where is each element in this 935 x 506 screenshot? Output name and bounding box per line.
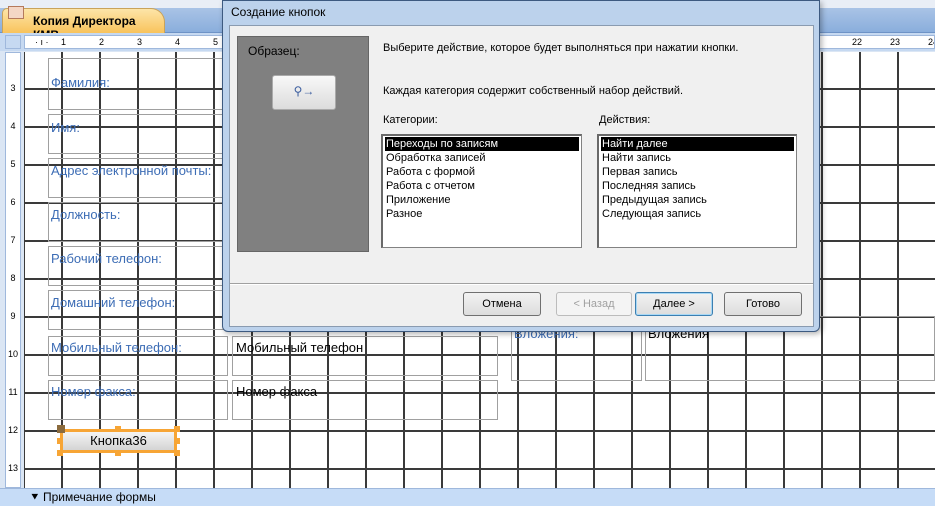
category-item[interactable]: Обработка записей bbox=[385, 151, 579, 165]
next-button[interactable]: Далее > bbox=[635, 292, 713, 316]
label-first-name[interactable]: Имя: bbox=[51, 120, 80, 135]
move-handle[interactable] bbox=[57, 425, 65, 433]
label-mobile-phone[interactable]: Мобильный телефон: bbox=[51, 340, 182, 355]
back-button[interactable]: < Назад bbox=[556, 292, 632, 316]
sample-panel: Образец: ⚲→ bbox=[237, 36, 369, 252]
ruler-label: 4 bbox=[10, 121, 16, 131]
ruler-label: 3 bbox=[137, 37, 143, 47]
binoculars-find-next-icon: ⚲→ bbox=[293, 84, 315, 98]
ruler-label: 11 bbox=[8, 387, 18, 397]
label-work-phone[interactable]: Рабочий телефон: bbox=[51, 251, 162, 266]
label-last-name[interactable]: Фамилия: bbox=[51, 75, 110, 90]
resize-handle[interactable] bbox=[174, 426, 180, 432]
action-item[interactable]: Следующая запись bbox=[601, 207, 794, 221]
dialog-body: Образец: ⚲→ Выберите действие, которое б… bbox=[229, 25, 814, 327]
resize-handle[interactable] bbox=[57, 438, 63, 444]
dialog-title: Создание кнопок bbox=[231, 5, 326, 19]
form-icon bbox=[8, 6, 24, 19]
form-footer-label: ⯆ Примечание формы bbox=[30, 490, 156, 505]
form-selector[interactable] bbox=[5, 35, 21, 49]
sample-label: Образец: bbox=[248, 44, 300, 58]
separator bbox=[230, 283, 813, 285]
categories-listbox[interactable]: Переходы по записям Обработка записей Ра… bbox=[381, 134, 582, 248]
vertical-ruler: 3 4 5 6 7 8 9 10 11 12 13 bbox=[5, 52, 21, 488]
categories-label: Категории: bbox=[383, 114, 438, 126]
ruler-label: 4 bbox=[175, 37, 181, 47]
sample-button-preview: ⚲→ bbox=[272, 75, 336, 110]
ruler-label: 23 bbox=[890, 37, 901, 47]
ruler-label: 10 bbox=[7, 349, 18, 359]
ruler-label: 7 bbox=[10, 235, 16, 245]
label-position[interactable]: Должность: bbox=[51, 207, 120, 222]
command-button-wizard-dialog: Создание кнопок Образец: ⚲→ Выберите дей… bbox=[222, 0, 820, 332]
action-item[interactable]: Найти запись bbox=[601, 151, 794, 165]
category-item[interactable]: Разное bbox=[385, 207, 579, 221]
category-item[interactable]: Переходы по записям bbox=[385, 137, 579, 151]
section-arrow-icon: ⯆ bbox=[30, 490, 43, 504]
ruler-label: 2 bbox=[99, 37, 105, 47]
ruler-label: 6 bbox=[10, 197, 16, 207]
actions-label: Действия: bbox=[599, 114, 651, 126]
instruction-text: Выберите действие, которое будет выполня… bbox=[383, 42, 739, 54]
label-fax[interactable]: Номер факса: bbox=[51, 384, 136, 399]
label-email[interactable]: Адрес электронной почты: bbox=[51, 163, 211, 178]
note-text: Каждая категория содержит собственный на… bbox=[383, 85, 684, 97]
action-item[interactable]: Последняя запись bbox=[601, 179, 794, 193]
ruler-label: 9 bbox=[10, 311, 16, 321]
ruler-label: 24 bbox=[928, 37, 934, 47]
cancel-button[interactable]: Отмена bbox=[463, 292, 541, 316]
ruler-label: 8 bbox=[10, 273, 16, 283]
ruler-label: 3 bbox=[10, 83, 16, 93]
action-item[interactable]: Найти далее bbox=[601, 137, 794, 151]
ruler-label: 13 bbox=[7, 463, 18, 473]
resize-handle[interactable] bbox=[115, 450, 121, 456]
actions-listbox[interactable]: Найти далее Найти запись Первая запись П… bbox=[597, 134, 797, 248]
ruler-label: 1 bbox=[61, 37, 67, 47]
resize-handle[interactable] bbox=[115, 426, 121, 432]
resize-handle[interactable] bbox=[174, 450, 180, 456]
action-item[interactable]: Первая запись bbox=[601, 165, 794, 179]
category-item[interactable]: Работа с отчетом bbox=[385, 179, 579, 193]
mobile-phone-field-text: Мобильный телефон bbox=[236, 340, 364, 355]
ruler-label: 5 bbox=[213, 37, 219, 47]
resize-handle[interactable] bbox=[174, 438, 180, 444]
ruler-label: 12 bbox=[7, 425, 18, 435]
fax-field-text: Номер факса bbox=[236, 384, 318, 399]
document-tab[interactable]: Копия Директора КМВ bbox=[2, 8, 165, 42]
footer-section-title: Примечание формы bbox=[42, 490, 156, 504]
category-item[interactable]: Приложение bbox=[385, 193, 579, 207]
category-item[interactable]: Работа с формой bbox=[385, 165, 579, 179]
ruler-label: 5 bbox=[10, 159, 16, 169]
finish-button[interactable]: Готово bbox=[724, 292, 802, 316]
resize-handle[interactable] bbox=[57, 450, 63, 456]
label-home-phone[interactable]: Домашний телефон: bbox=[51, 295, 175, 310]
ruler-label: 22 bbox=[852, 37, 863, 47]
action-item[interactable]: Предыдущая запись bbox=[601, 193, 794, 207]
